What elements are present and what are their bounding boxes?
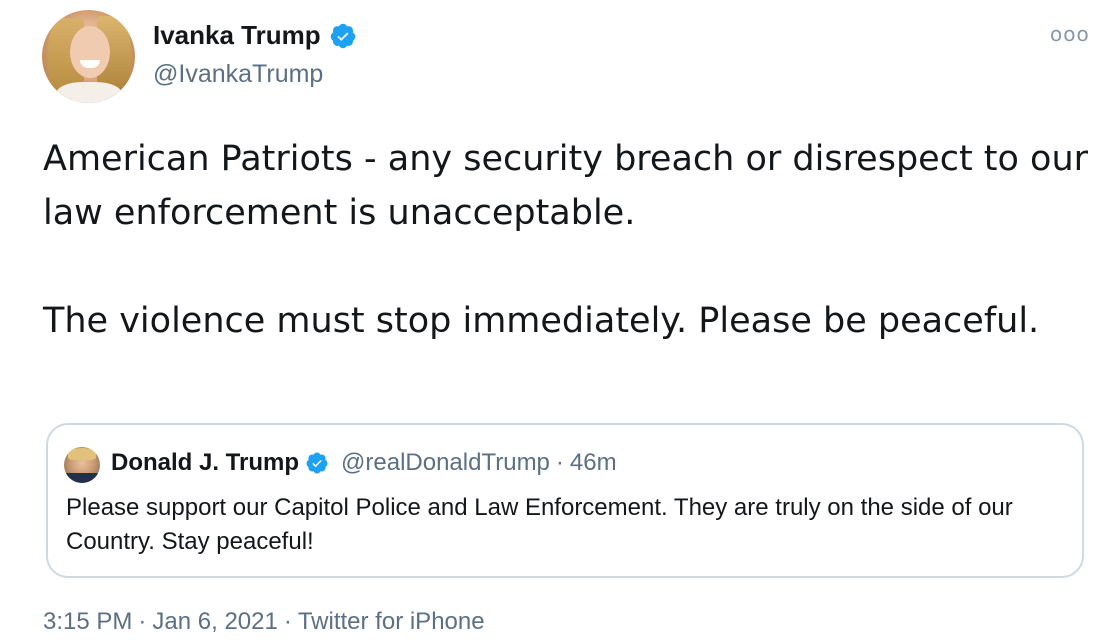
meta-separator: ·	[283, 608, 292, 635]
quoted-tweet-text: Please support our Capitol Police and La…	[66, 494, 1013, 555]
author-name-row: Ivanka Trump	[153, 20, 357, 51]
tweet-date[interactable]: Jan 6, 2021	[152, 608, 277, 636]
quoted-tweet-header: Donald J. Trump @realDonaldTrump · 46m	[111, 449, 617, 477]
quoted-tweet[interactable]: Donald J. Trump @realDonaldTrump · 46m P…	[46, 423, 1084, 578]
verified-badge-icon	[330, 23, 355, 48]
quoted-separator: ·	[555, 449, 564, 476]
tweet-source[interactable]: Twitter for iPhone	[298, 608, 485, 636]
author-display-name[interactable]: Ivanka Trump	[153, 20, 321, 51]
avatar-shirt	[56, 82, 122, 103]
author-avatar[interactable]	[42, 10, 135, 103]
quoted-verified-badge-icon	[306, 452, 328, 474]
quoted-timestamp: 46m	[569, 449, 617, 476]
quoted-avatar-hair	[68, 448, 96, 460]
quoted-author-avatar	[64, 447, 100, 483]
more-options-icon[interactable]: ooo	[1050, 22, 1090, 46]
meta-separator: ·	[138, 608, 147, 635]
tweet-metadata: 3:15 PM · Jan 6, 2021 · Twitter for iPho…	[43, 608, 485, 636]
author-handle[interactable]: @IvankaTrump	[153, 60, 323, 89]
tweet-time[interactable]: 3:15 PM	[43, 608, 132, 636]
quoted-display-name: Donald J. Trump	[111, 449, 300, 476]
tweet-text: American Patriots - any security breach …	[43, 139, 1089, 341]
avatar-face	[70, 26, 110, 78]
quoted-avatar-suit	[66, 473, 98, 483]
quoted-handle: @realDonaldTrump	[341, 449, 550, 476]
tweet-card: Ivanka Trump @IvankaTrump ooo American P…	[0, 0, 1120, 640]
